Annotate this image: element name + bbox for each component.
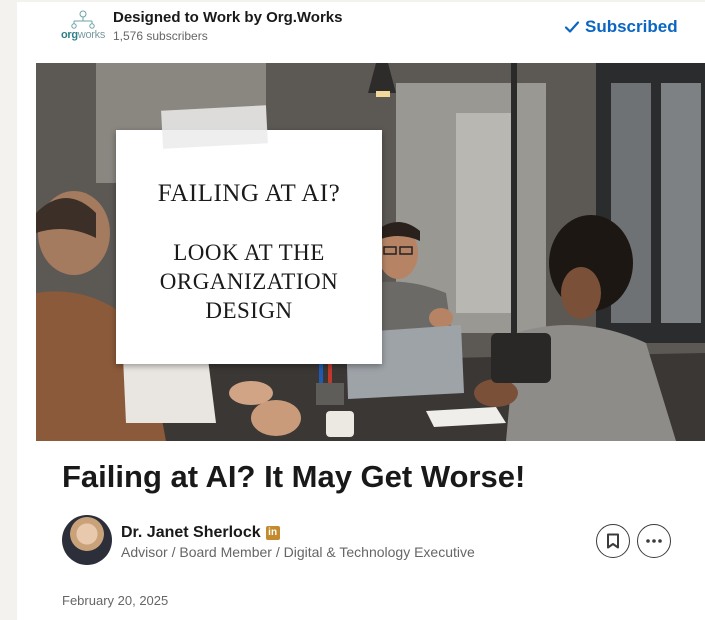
- more-horizontal-icon: [646, 539, 662, 543]
- author-name: Dr. Janet Sherlock: [121, 524, 261, 541]
- org-chart-icon: [71, 10, 95, 29]
- newsletter-logo[interactable]: orgworks: [60, 10, 106, 44]
- tape-decoration: [161, 105, 268, 149]
- article-title: Failing at AI? It May Get Worse!: [62, 459, 526, 494]
- cover-headline: FAILING AT AI?: [157, 180, 341, 207]
- newsletter-title[interactable]: Designed to Work by Org.Works: [113, 9, 342, 26]
- save-article-button[interactable]: [596, 524, 630, 558]
- subscribed-button[interactable]: Subscribed: [564, 15, 678, 39]
- bookmark-icon: [607, 533, 619, 549]
- author-headline: Advisor / Board Member / Digital & Techn…: [121, 544, 475, 560]
- logo-text-org: org: [60, 29, 78, 41]
- cover-subheadline: LOOK AT THE ORGANIZATION DESIGN: [159, 240, 339, 323]
- checkmark-icon: [564, 21, 580, 33]
- subscriber-count: 1,576 subscribers: [113, 29, 208, 43]
- logo-text-works: works: [77, 29, 106, 41]
- publish-date: February 20, 2025: [62, 593, 169, 608]
- article-cover-image: FAILING AT AI? LOOK AT THE ORGANIZATION …: [36, 63, 705, 441]
- author-avatar[interactable]: [62, 515, 112, 565]
- newsletter-header: orgworks Designed to Work by Org.Works 1…: [17, 2, 705, 62]
- cover-note: FAILING AT AI? LOOK AT THE ORGANIZATION …: [116, 105, 382, 364]
- subscribed-label: Subscribed: [585, 17, 678, 36]
- more-options-button[interactable]: [637, 524, 671, 558]
- article-card: orgworks Designed to Work by Org.Works 1…: [17, 2, 705, 620]
- logo-wordmark: orgworks: [60, 29, 106, 41]
- linkedin-premium-badge: in: [265, 526, 280, 540]
- author-name-row[interactable]: Dr. Janet Sherlock in: [121, 524, 280, 542]
